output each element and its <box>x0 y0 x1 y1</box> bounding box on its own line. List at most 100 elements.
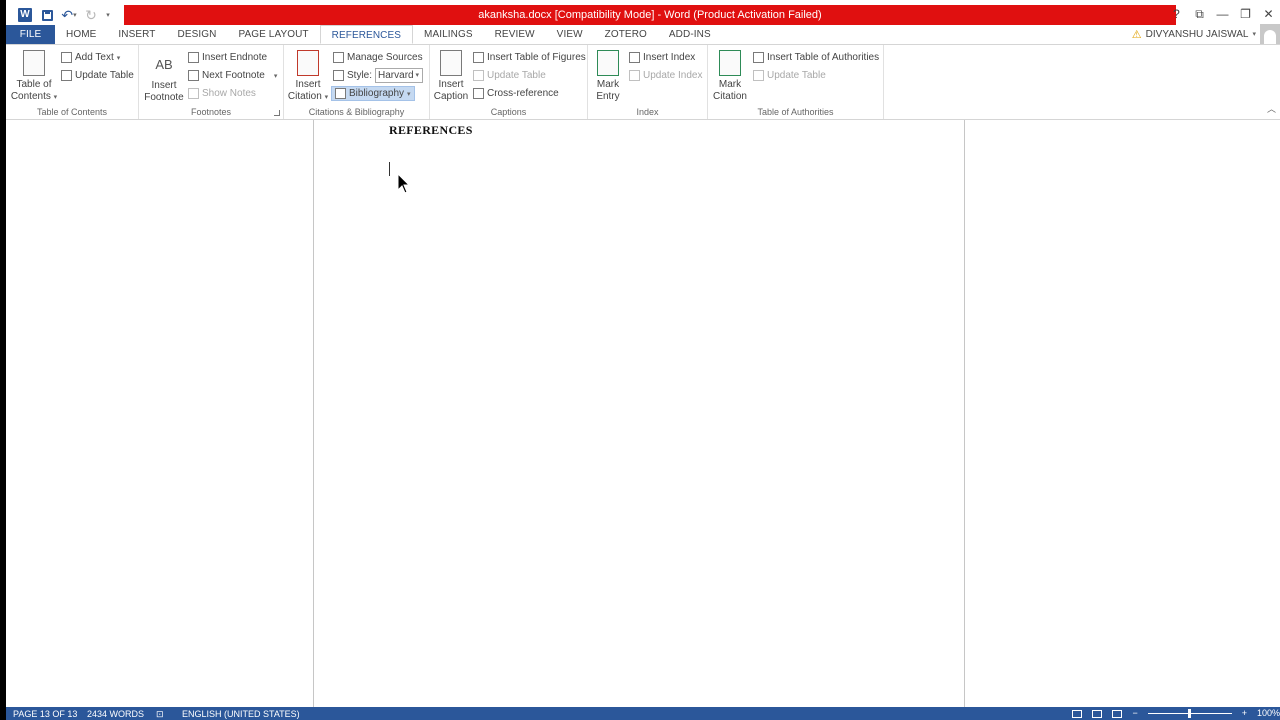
tab-references[interactable]: REFERENCES <box>319 25 414 44</box>
customize-qat-button[interactable]: ▾ <box>102 5 114 25</box>
cross-reference-button[interactable]: Cross-reference <box>473 86 559 101</box>
update-table-figures-button[interactable]: Update Table <box>473 68 546 83</box>
show-notes-button[interactable]: Show Notes <box>188 86 256 101</box>
page-heading[interactable]: REFERENCES <box>389 123 473 138</box>
style-label: Style: <box>347 70 373 81</box>
page-count[interactable]: PAGE 13 OF 13 <box>13 708 77 720</box>
collapse-ribbon-icon[interactable]: ︿ <box>1267 102 1276 115</box>
ribbon-display-options-button[interactable]: ⧉ <box>1188 4 1211 24</box>
insert-footnote-button[interactable]: AB Insert Footnote <box>143 50 185 104</box>
proofing-icon[interactable]: ⊡ <box>156 708 164 720</box>
style-dropdown[interactable]: Harvard ▾ <box>375 68 424 83</box>
mark-entry-button[interactable]: Mark Entry <box>590 50 626 103</box>
undo-dropdown-icon[interactable]: ▾ <box>73 11 77 19</box>
table-of-figures-icon <box>473 52 484 63</box>
zoom-slider[interactable] <box>1147 709 1232 718</box>
status-bar: PAGE 13 OF 13 2434 WORDS ⊡ ENGLISH (UNIT… <box>6 707 1280 720</box>
status-right: − + 100% <box>1072 707 1280 720</box>
update-table-authorities-button[interactable]: Update Table <box>753 68 826 83</box>
user-name: DIVYANSHU JAISWAL <box>1145 28 1249 40</box>
word-app-icon[interactable]: W <box>14 5 36 25</box>
restore-icon: ❐ <box>1240 7 1251 21</box>
style-value: Harvard <box>378 70 414 81</box>
insert-table-of-authorities-button[interactable]: Insert Table of Authorities <box>753 50 879 65</box>
dialog-launcher-icon[interactable] <box>274 110 280 116</box>
tab-home[interactable]: HOME <box>55 25 107 44</box>
restore-button[interactable]: ❐ <box>1234 4 1257 24</box>
add-text-label: Add Text <box>75 52 114 63</box>
warning-icon: ⚠ <box>1131 28 1142 41</box>
add-text-button[interactable]: Add Text ▾ <box>61 50 120 65</box>
undo-icon: ↶ <box>61 7 74 23</box>
tab-add-ins[interactable]: ADD-INS <box>658 25 722 44</box>
group-title: Citations & Bibliography <box>308 107 405 117</box>
insert-endnote-button[interactable]: Insert Endnote <box>188 50 267 65</box>
language-indicator[interactable]: ENGLISH (UNITED STATES) <box>182 708 300 720</box>
customize-icon: ▾ <box>106 12 110 19</box>
insert-citation-icon <box>297 50 319 76</box>
user-account[interactable]: ⚠ DIVYANSHU JAISWAL ▾ <box>1132 24 1280 44</box>
update-table-toc-button[interactable]: Update Table <box>61 68 134 83</box>
bibliography-button[interactable]: Bibliography ▾ <box>331 86 415 101</box>
insert-index-label: Insert Index <box>643 52 696 63</box>
tab-insert[interactable]: INSERT <box>107 25 166 44</box>
minimize-icon: — <box>1216 7 1229 21</box>
insert-footnote-label-1: Insert <box>151 80 177 91</box>
bibliography-label: Bibliography <box>349 88 405 99</box>
group-title: Captions <box>490 107 527 117</box>
word-window: W ↶ ▾ ↻ ▾ akanksha.docx [Compatibility Mo… <box>0 0 1280 720</box>
insert-caption-label-1: Insert <box>438 79 464 90</box>
zoom-slider-thumb[interactable] <box>1187 709 1191 718</box>
word-logo-icon: W <box>18 8 32 22</box>
tab-review[interactable]: REVIEW <box>484 25 546 44</box>
insert-index-button[interactable]: Insert Index <box>629 50 695 65</box>
group-index: Mark Entry Insert Index Update Index Ind… <box>588 45 708 119</box>
next-footnote-button[interactable]: Next Footnote ▾ <box>188 68 277 83</box>
avatar <box>1260 24 1280 44</box>
group-table-of-authorities: Mark Citation Insert Table of Authoritie… <box>708 45 884 119</box>
tab-design[interactable]: DESIGN <box>167 25 228 44</box>
mark-citation-button[interactable]: Mark Citation <box>710 50 750 103</box>
zoom-in-icon[interactable]: + <box>1242 707 1247 720</box>
zoom-level[interactable]: 100% <box>1257 707 1280 720</box>
insert-citation-label-1: Insert <box>295 79 321 90</box>
tab-page-layout[interactable]: PAGE LAYOUT <box>227 25 319 44</box>
undo-button[interactable]: ↶ ▾ <box>58 5 80 25</box>
group-citations-bibliography: Insert Citation ▾ Manage Sources Style: … <box>284 45 430 119</box>
page-right-edge <box>964 120 965 707</box>
quick-access-toolbar: W ↶ ▾ ↻ ▾ <box>14 5 114 25</box>
zoom-out-icon[interactable]: − <box>1132 707 1137 720</box>
update-index-button[interactable]: Update Index <box>629 68 703 83</box>
tab-mailings[interactable]: MAILINGS <box>413 25 484 44</box>
update-table-icon <box>61 70 72 81</box>
minimize-button[interactable]: — <box>1211 4 1234 24</box>
toc-label-2: Contents ▾ <box>10 91 58 102</box>
close-icon: ✕ <box>1263 7 1274 21</box>
help-button[interactable]: ? <box>1165 4 1188 24</box>
print-layout-icon[interactable] <box>1092 709 1103 718</box>
update-table-label: Update Table <box>487 70 546 81</box>
document-area[interactable]: REFERENCES <box>6 120 1280 707</box>
redo-icon: ↻ <box>85 7 97 23</box>
web-layout-icon[interactable] <box>1112 709 1123 718</box>
group-title: Footnotes <box>190 107 232 117</box>
mark-entry-label-2: Entry <box>596 91 620 102</box>
manage-sources-label: Manage Sources <box>347 52 423 63</box>
close-button[interactable]: ✕ <box>1257 4 1280 24</box>
insert-citation-button[interactable]: Insert Citation ▾ <box>286 50 330 104</box>
save-button[interactable] <box>36 5 58 25</box>
group-title: Table of Authorities <box>757 107 834 117</box>
tab-zotero[interactable]: ZOTERO <box>594 25 658 44</box>
window-controls: ? ⧉ — ❐ ✕ <box>1165 4 1280 24</box>
insert-table-of-figures-button[interactable]: Insert Table of Figures <box>473 50 586 65</box>
tab-file[interactable]: FILE <box>6 25 55 44</box>
table-of-contents-button[interactable]: Table of Contents ▾ <box>10 50 58 104</box>
tab-view[interactable]: VIEW <box>546 25 594 44</box>
window-title: akanksha.docx [Compatibility Mode] - Wor… <box>478 9 822 21</box>
word-count[interactable]: 2434 WORDS <box>87 708 144 720</box>
read-mode-icon[interactable] <box>1072 709 1083 718</box>
redo-button[interactable]: ↻ <box>80 5 102 25</box>
manage-sources-button[interactable]: Manage Sources <box>333 50 423 65</box>
help-icon: ? <box>1173 7 1180 21</box>
insert-caption-button[interactable]: Insert Caption <box>432 50 470 103</box>
